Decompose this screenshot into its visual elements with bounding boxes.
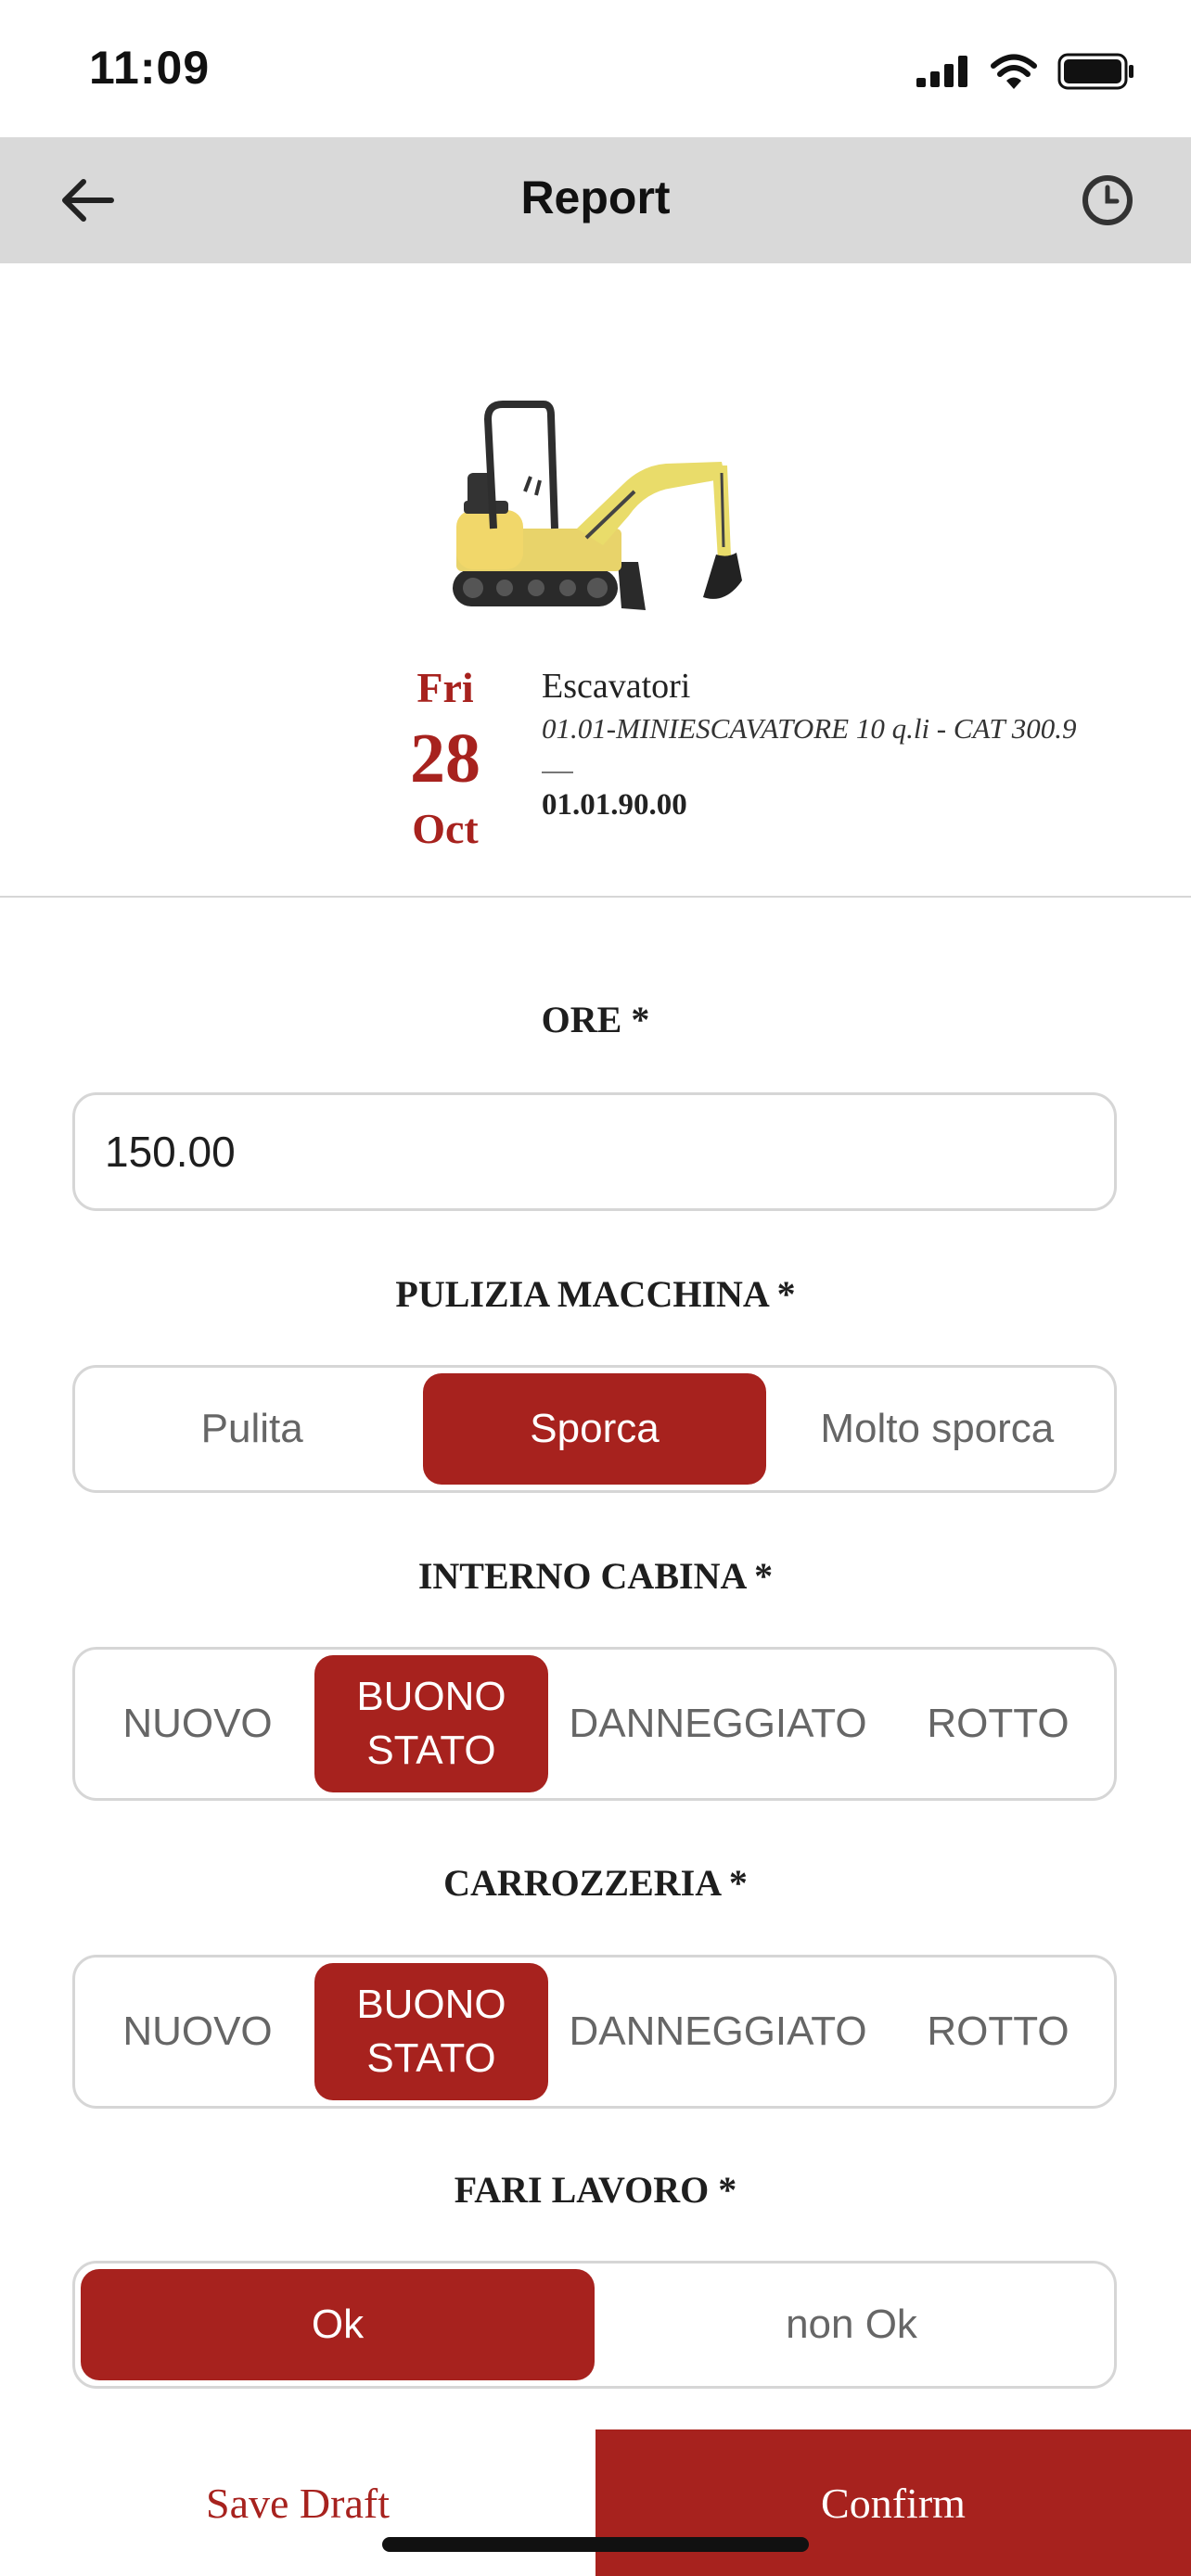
interno-option-danneggiato[interactable]: DANNEGGIATO xyxy=(548,1655,888,1792)
pulizia-option-pulita[interactable]: Pulita xyxy=(81,1373,423,1485)
divider xyxy=(542,772,573,773)
ore-label: ORE * xyxy=(541,999,650,1040)
page-title: Report xyxy=(520,172,671,223)
pulizia-option-sporca[interactable]: Sporca xyxy=(423,1373,766,1485)
pulizia-option-molto-sporca[interactable]: Molto sporca xyxy=(766,1373,1108,1485)
date-month: Oct xyxy=(412,805,479,852)
carrozzeria-option-rotto[interactable]: ROTTO xyxy=(888,1963,1108,2100)
interno-option-buono-stato[interactable]: BUONO STATO xyxy=(314,1655,548,1792)
confirm-button[interactable]: Confirm xyxy=(596,2429,1191,2576)
date-day: 28 xyxy=(410,720,480,797)
date-block: Fri 28 Oct xyxy=(371,660,519,857)
home-indicator xyxy=(382,2537,809,2552)
interno-segmented: NUOVO BUONO STATO DANNEGGIATO ROTTO xyxy=(72,1647,1117,1801)
excavator-image xyxy=(453,401,742,610)
status-icons xyxy=(916,48,1135,95)
carrozzeria-label: CARROZZERIA * xyxy=(443,1862,748,1904)
machine-model: 01.01-MINIESCAVATORE 10 q.li - CAT 300.9 xyxy=(542,712,1077,745)
fari-segmented: Ok non Ok xyxy=(72,2261,1117,2389)
status-time: 11:09 xyxy=(89,42,211,94)
machine-info: Escavatori 01.01-MINIESCAVATORE 10 q.li … xyxy=(542,664,1098,825)
carrozzeria-option-nuovo[interactable]: NUOVO xyxy=(81,1963,314,2100)
pulizia-label: PULIZIA MACCHINA * xyxy=(395,1273,796,1315)
status-bar: 11:09 xyxy=(0,0,1191,137)
fari-option-non-ok[interactable]: non Ok xyxy=(595,2269,1108,2380)
pulizia-segmented: Pulita Sporca Molto sporca xyxy=(72,1365,1117,1493)
fari-label: FARI LAVORO * xyxy=(454,2169,737,2211)
interno-option-rotto[interactable]: ROTTO xyxy=(888,1655,1108,1792)
interno-option-nuovo[interactable]: NUOVO xyxy=(81,1655,314,1792)
machine-code: 01.01.90.00 xyxy=(542,788,687,822)
save-draft-button[interactable]: Save Draft xyxy=(0,2429,596,2576)
nav-bar: Report xyxy=(0,137,1191,263)
date-weekday: Fri xyxy=(416,664,474,711)
clock-icon[interactable] xyxy=(1080,172,1135,228)
footer-actions: Save Draft Confirm xyxy=(0,2429,1191,2576)
fari-option-ok[interactable]: Ok xyxy=(81,2269,595,2380)
cellular-signal-icon xyxy=(916,56,967,87)
machine-category: Escavatori xyxy=(542,667,691,706)
carrozzeria-option-buono-stato[interactable]: BUONO STATO xyxy=(314,1963,548,2100)
ore-input[interactable] xyxy=(72,1092,1117,1211)
battery-icon xyxy=(1057,53,1133,90)
wifi-icon xyxy=(991,54,1037,89)
carrozzeria-option-danneggiato[interactable]: DANNEGGIATO xyxy=(548,1963,888,2100)
interno-label: INTERNO CABINA * xyxy=(417,1555,774,1597)
carrozzeria-segmented: NUOVO BUONO STATO DANNEGGIATO ROTTO xyxy=(72,1955,1117,2109)
divider xyxy=(0,896,1191,898)
